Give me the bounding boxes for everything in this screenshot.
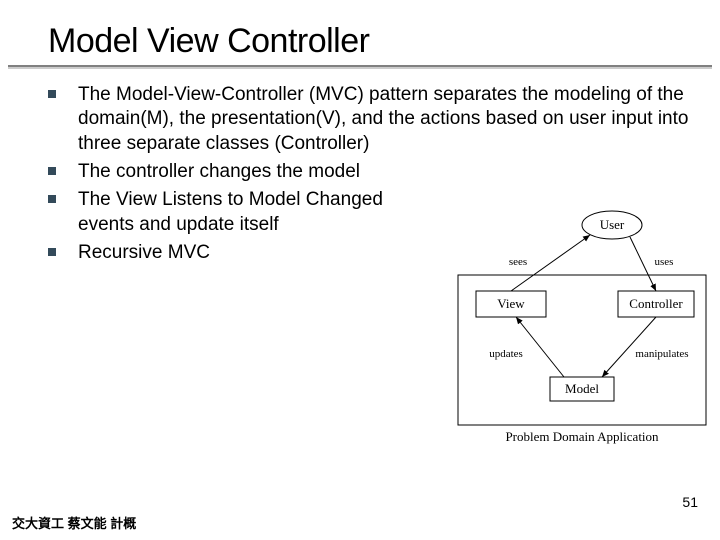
- diagram-caption: Problem Domain Application: [505, 429, 659, 444]
- mvc-diagram: User View Controller Model sees: [452, 207, 712, 447]
- list-item: The View Listens to Model Changed events…: [48, 188, 428, 237]
- diagram-view-label: View: [497, 296, 525, 311]
- diagram-edge-manipulates: manipulates: [635, 348, 688, 360]
- list-item: The controller changes the model: [48, 160, 720, 184]
- diagram-edge-sees: sees: [509, 256, 527, 268]
- content-area: The Model-View-Controller (MVC) pattern …: [0, 67, 720, 265]
- list-item: The Model-View-Controller (MVC) pattern …: [48, 83, 720, 156]
- diagram-edge-updates: updates: [489, 348, 523, 360]
- page-number: 51: [682, 494, 698, 510]
- diagram-controller-label: Controller: [629, 296, 683, 311]
- slide-title: Model View Controller: [0, 0, 720, 65]
- list-item: Recursive MVC: [48, 241, 428, 265]
- footer-text: 交大資工 蔡文能 計概: [12, 513, 136, 532]
- diagram-user-label: User: [600, 217, 625, 232]
- diagram-model-label: Model: [565, 381, 599, 396]
- diagram-edge-uses: uses: [655, 256, 674, 268]
